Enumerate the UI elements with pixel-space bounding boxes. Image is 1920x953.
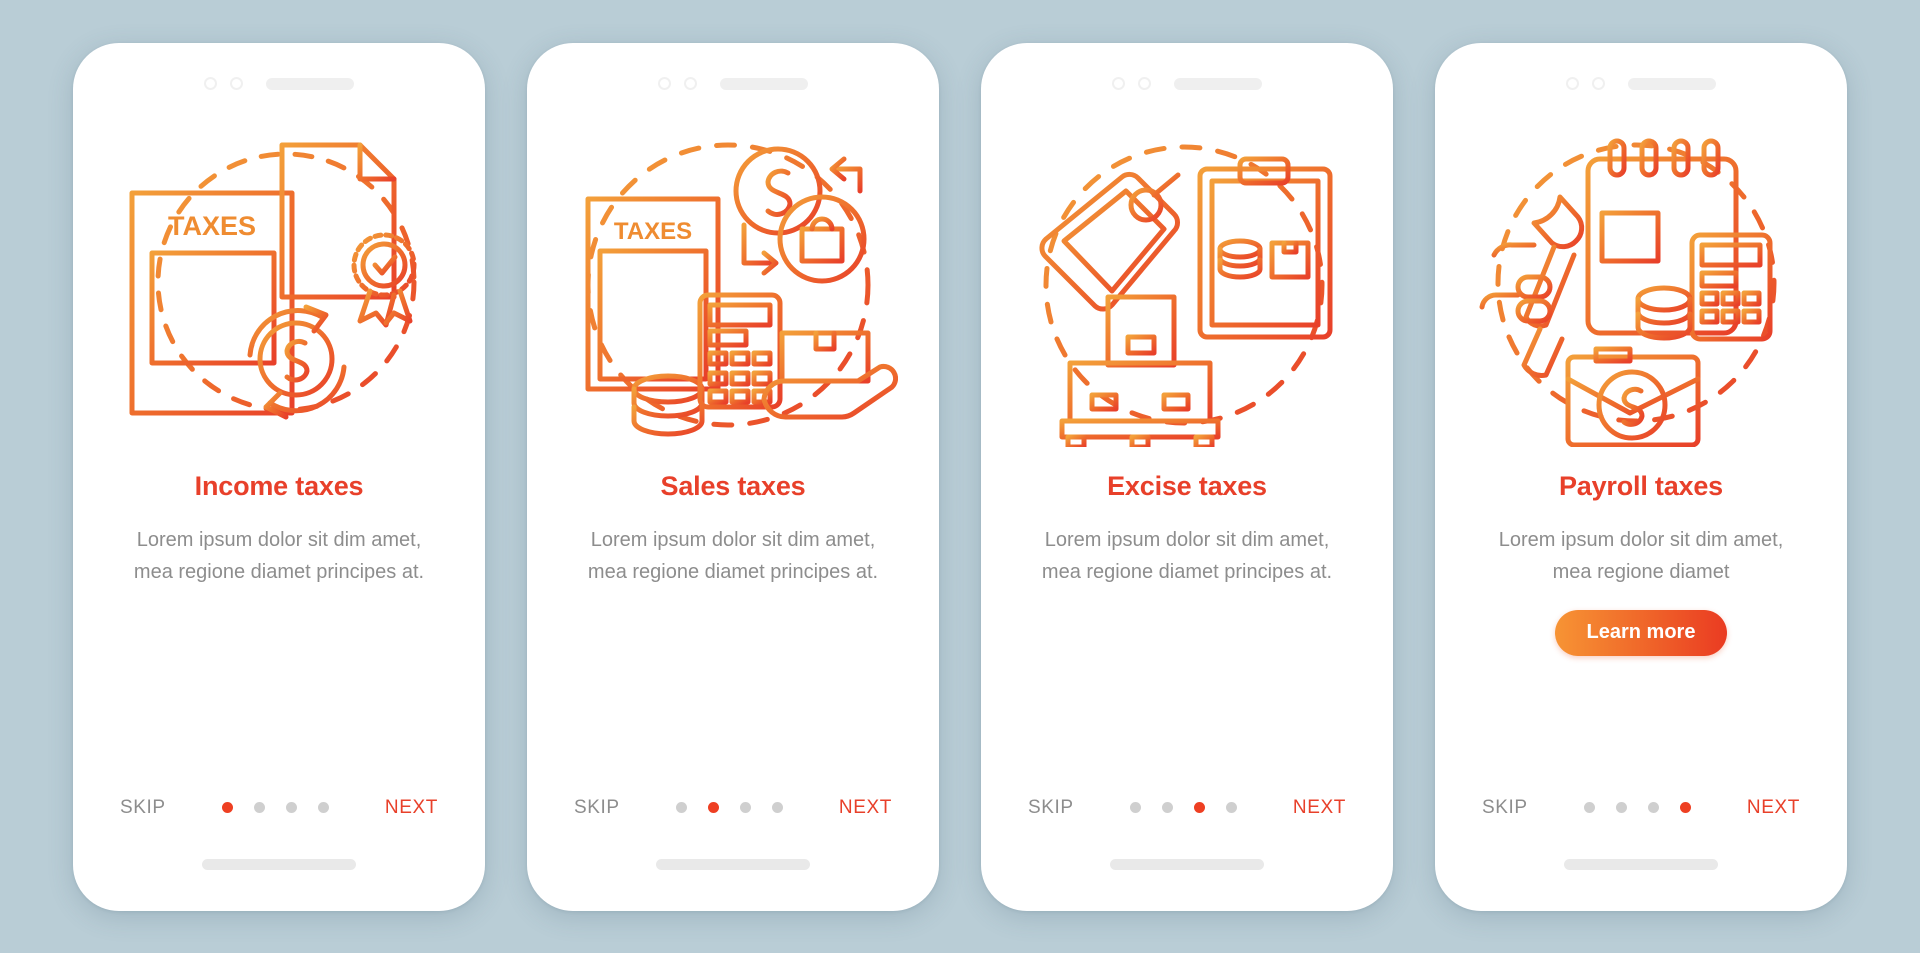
learn-more-button[interactable]: Learn more: [1554, 609, 1728, 656]
next-button[interactable]: NEXT: [839, 797, 892, 819]
pagination-dot-2[interactable]: [1615, 802, 1627, 813]
speaker-bar: [1628, 77, 1716, 90]
page-title: Sales taxes: [660, 470, 806, 501]
payroll-taxes-illustration: [1476, 117, 1806, 447]
home-indicator-area: [981, 819, 1393, 911]
camera-dot-icon: [204, 77, 217, 90]
speaker-bar: [1174, 77, 1262, 90]
home-indicator[interactable]: [1564, 859, 1718, 870]
pagination-dot-1[interactable]: [1583, 802, 1595, 813]
pagination-dots: [1129, 802, 1237, 813]
speaker-bar: [720, 77, 808, 90]
pagination-dot-4[interactable]: [317, 802, 329, 813]
page-title: Income taxes: [194, 470, 364, 501]
skip-button[interactable]: SKIP: [1028, 797, 1074, 819]
phone-status-bar: [527, 43, 939, 109]
home-indicator-area: [73, 819, 485, 911]
pagination-dots: [1583, 802, 1691, 813]
page-description: Lorem ipsum dolor sit dim amet, mea regi…: [1498, 528, 1784, 583]
page-description: Lorem ipsum dolor sit dim amet, mea regi…: [1041, 528, 1333, 583]
onboarding-screen-sales-taxes: TAXES Sales taxes Lorem ipsum dolor sit …: [527, 42, 939, 911]
page-title: Payroll taxes: [1558, 470, 1723, 501]
home-indicator[interactable]: [202, 859, 356, 870]
camera-dot-icon: [658, 77, 671, 90]
sales-taxes-illustration: TAXES: [568, 117, 898, 447]
cta-area: Learn more: [1554, 609, 1728, 656]
excise-taxes-illustration: [1022, 117, 1352, 447]
phone-status-bar: [981, 43, 1393, 109]
page-description: Lorem ipsum dolor sit dim amet, mea regi…: [587, 528, 879, 583]
pagination-dot-2[interactable]: [253, 802, 265, 813]
onboarding-screen-excise-taxes: Excise taxes Lorem ipsum dolor sit dim a…: [981, 42, 1393, 911]
camera-dot-icon: [1566, 77, 1579, 90]
pagination-dots: [675, 802, 783, 813]
sensor-dot-icon: [230, 77, 243, 90]
next-button[interactable]: NEXT: [1293, 797, 1346, 819]
onboarding-screen-payroll-taxes: Payroll taxes Lorem ipsum dolor sit dim …: [1435, 42, 1847, 911]
pagination-dot-4[interactable]: [1225, 802, 1237, 813]
page-title: Excise taxes: [1107, 470, 1267, 501]
pagination-dots: [221, 802, 329, 813]
pagination-dot-4[interactable]: [1679, 802, 1691, 813]
svg-text:TAXES: TAXES: [168, 211, 256, 241]
phone-status-bar: [1435, 43, 1847, 109]
pagination-dot-3[interactable]: [739, 802, 751, 813]
page-description: Lorem ipsum dolor sit dim amet, mea regi…: [133, 528, 425, 583]
camera-dot-icon: [1112, 77, 1125, 90]
skip-button[interactable]: SKIP: [120, 797, 166, 819]
next-button[interactable]: NEXT: [1747, 797, 1800, 819]
onboarding-screen-income-taxes: TAXES Income taxes Lorem ipsum dolor sit…: [73, 42, 485, 911]
home-indicator-area: [1435, 819, 1847, 911]
next-button[interactable]: NEXT: [385, 797, 438, 819]
pagination-dot-3[interactable]: [285, 802, 297, 813]
pagination-dot-4[interactable]: [771, 802, 783, 813]
phone-status-bar: [73, 43, 485, 109]
pagination-dot-1[interactable]: [675, 802, 687, 813]
income-taxes-illustration: TAXES: [114, 117, 444, 447]
sensor-dot-icon: [684, 77, 697, 90]
onboarding-nav: SKIP NEXT: [574, 797, 892, 819]
pagination-dot-2[interactable]: [707, 802, 719, 813]
pagination-dot-1[interactable]: [1129, 802, 1141, 813]
onboarding-nav: SKIP NEXT: [1028, 797, 1346, 819]
pagination-dot-3[interactable]: [1647, 802, 1659, 813]
home-indicator-area: [527, 819, 939, 911]
onboarding-nav: SKIP NEXT: [120, 797, 438, 819]
onboarding-screens-stage: TAXES Income taxes Lorem ipsum dolor sit…: [0, 0, 1920, 953]
speaker-bar: [266, 77, 354, 90]
onboarding-nav: SKIP NEXT: [1482, 797, 1800, 819]
svg-text:TAXES: TAXES: [614, 218, 692, 245]
skip-button[interactable]: SKIP: [574, 797, 620, 819]
home-indicator[interactable]: [656, 859, 810, 870]
home-indicator[interactable]: [1110, 859, 1264, 870]
pagination-dot-3[interactable]: [1193, 802, 1205, 813]
sensor-dot-icon: [1138, 77, 1151, 90]
pagination-dot-1[interactable]: [221, 802, 233, 813]
sensor-dot-icon: [1592, 77, 1605, 90]
skip-button[interactable]: SKIP: [1482, 797, 1528, 819]
pagination-dot-2[interactable]: [1161, 802, 1173, 813]
